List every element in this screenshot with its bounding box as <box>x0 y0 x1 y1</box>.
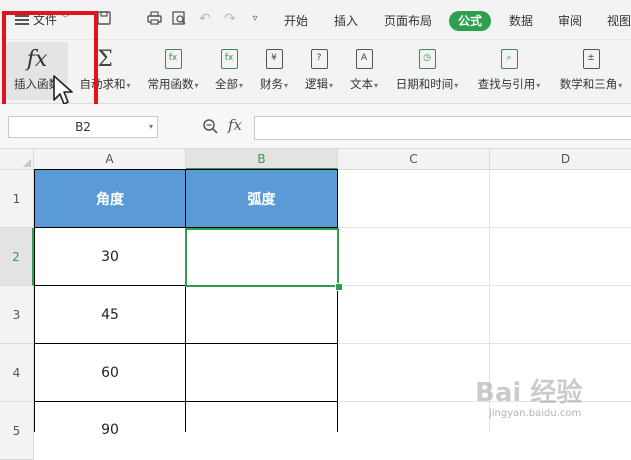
search-book-icon: ⌕ <box>500 49 518 69</box>
clock-book-icon: ◷ <box>418 49 436 69</box>
table-cell-a5[interactable]: 90 <box>34 402 186 438</box>
table-cell-a3[interactable]: 45 <box>34 286 186 344</box>
undo-icon[interactable]: ↶ <box>197 11 213 27</box>
table-cell-b4[interactable] <box>186 344 338 402</box>
lookup-label: 查找与引用 <box>477 77 536 91</box>
watermark-text: Bai 经验 <box>475 378 583 408</box>
chevron-down-icon: ▾ <box>126 81 131 90</box>
tab-page-layout[interactable]: 页面布局 <box>384 11 432 31</box>
chevron-down-icon: ▾ <box>328 81 333 90</box>
table-header-cell-angle[interactable]: 角度 <box>34 169 186 228</box>
hamburger-icon <box>15 15 29 25</box>
chevron-down-icon: ▾ <box>283 81 288 90</box>
all-functions-button[interactable]: fx 全部▾ <box>210 42 248 100</box>
insert-function-button[interactable]: fx 插入函数 <box>6 42 68 100</box>
tab-view[interactable]: 视图 <box>607 11 631 31</box>
chevron-down-icon: ▾ <box>454 81 459 90</box>
column-header-c[interactable]: C <box>338 149 490 170</box>
print-icon[interactable] <box>146 11 162 27</box>
question-book-icon: ? <box>310 49 328 69</box>
logic-functions-button[interactable]: ? 逻辑▾ <box>300 42 338 100</box>
table-cell-a2[interactable]: 30 <box>34 228 186 286</box>
row-header-2[interactable]: 2 <box>0 228 34 286</box>
column-header-d[interactable]: D <box>490 149 631 170</box>
datetime-label: 日期和时间 <box>395 77 454 91</box>
chevron-down-icon: ▾ <box>238 81 243 90</box>
fill-handle[interactable] <box>335 283 343 291</box>
menu-bar: 文件 ﹀ ↶ ↷ ▿ 开始 插入 页面布局 公式 数据 审阅 视图 <box>0 0 631 40</box>
tab-review[interactable]: 审阅 <box>558 11 582 31</box>
chevron-down-icon: ﹀ <box>61 15 71 25</box>
yen-book-icon: ¥ <box>265 49 283 69</box>
table-cell-a5-value: 90 <box>101 422 119 438</box>
row-header-3[interactable]: 3 <box>0 286 34 344</box>
star-function-icon: fx <box>164 49 182 69</box>
gridline <box>338 401 631 402</box>
all-functions-label: 全部 <box>214 77 238 91</box>
math-label: 数学和三角 <box>559 77 618 91</box>
formula-ribbon: fx 插入函数 Σ 自动求和▾ fx 常用函数▾ fx 全部▾ ¥ 财务▾ ? … <box>0 40 631 104</box>
table-cell-b3[interactable] <box>186 286 338 344</box>
tab-data[interactable]: 数据 <box>509 11 533 31</box>
text-book-icon: A <box>355 49 373 69</box>
select-all-corner[interactable] <box>0 149 34 170</box>
chevron-down-icon: ▾ <box>148 122 153 131</box>
finance-label: 财务 <box>259 77 283 91</box>
zoom-icon[interactable] <box>202 118 218 134</box>
autosum-label: 自动求和 <box>79 77 126 91</box>
row-header-5[interactable]: 5 <box>0 402 34 460</box>
math-functions-button[interactable]: ± 数学和三角▾ <box>553 42 629 100</box>
text-functions-button[interactable]: A 文本▾ <box>345 42 383 100</box>
watermark-url: jingyan.baidu.com <box>489 408 582 419</box>
chevron-down-icon: ▾ <box>194 81 199 90</box>
print-preview-icon[interactable] <box>171 11 187 27</box>
table-cell-b5[interactable] <box>186 402 338 432</box>
redo-icon[interactable]: ↷ <box>222 11 238 27</box>
lookup-functions-button[interactable]: ⌕ 查找与引用▾ <box>472 42 546 100</box>
fx-icon[interactable]: fx <box>228 116 242 134</box>
chevron-down-icon: ▾ <box>618 81 623 90</box>
row-header-4[interactable]: 4 <box>0 344 34 402</box>
tab-home[interactable]: 开始 <box>284 11 308 31</box>
gridline <box>338 285 631 286</box>
file-menu-label: 文件 <box>33 13 58 27</box>
active-cell-selection <box>185 228 339 287</box>
table-header-cell-radian[interactable]: 弧度 <box>186 169 338 228</box>
gridline <box>338 343 631 344</box>
math-book-icon: ± <box>582 49 600 69</box>
function-book-icon: fx <box>220 49 238 69</box>
name-box-value: B2 <box>75 120 91 134</box>
save-icon[interactable] <box>96 11 112 27</box>
file-menu-button[interactable]: 文件 ﹀ <box>15 11 70 29</box>
logic-label: 逻辑 <box>304 77 328 91</box>
customize-toolbar-icon[interactable]: ▿ <box>247 11 263 27</box>
datetime-functions-button[interactable]: ◷ 日期和时间▾ <box>390 42 464 100</box>
row-header-1[interactable]: 1 <box>0 170 34 228</box>
insert-function-label: 插入函数 <box>14 77 60 91</box>
formula-bar: B2 ▾ fx <box>0 104 631 149</box>
common-functions-button[interactable]: fx 常用函数▾ <box>142 42 204 100</box>
column-header-a[interactable]: A <box>34 149 186 170</box>
table-cell-a4[interactable]: 60 <box>34 344 186 402</box>
gridline <box>489 170 490 432</box>
tab-formulas[interactable]: 公式 <box>449 11 492 31</box>
tab-insert[interactable]: 插入 <box>334 11 358 31</box>
chevron-down-icon: ▾ <box>536 81 541 90</box>
formula-input[interactable] <box>254 116 631 140</box>
sigma-icon: Σ <box>97 46 113 72</box>
finance-functions-button[interactable]: ¥ 财务▾ <box>255 42 293 100</box>
autosum-button[interactable]: Σ 自动求和▾ <box>74 42 136 100</box>
chevron-down-icon: ▾ <box>373 81 378 90</box>
gridline <box>338 227 631 228</box>
watermark: Bai 经验 jingyan.baidu.com <box>475 368 625 428</box>
fx-icon: fx <box>26 46 48 72</box>
name-box[interactable]: B2 ▾ <box>8 116 158 138</box>
column-header-b[interactable]: B <box>186 149 338 170</box>
common-functions-label: 常用函数 <box>147 77 194 91</box>
text-label: 文本 <box>349 77 373 91</box>
